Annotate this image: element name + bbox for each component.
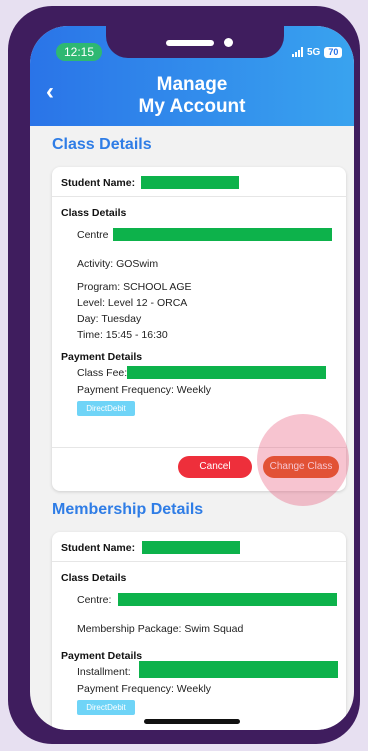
chevron-left-icon: ‹ [46,78,54,105]
back-button[interactable]: ‹ [46,78,68,106]
network-type: 5G [307,46,321,58]
centre-value-redacted [113,228,332,241]
payment-details-label: Payment Details [61,351,143,363]
membership-class-details-label: Class Details [61,572,127,584]
payment-method-badge: DirectDebit [77,401,135,416]
notch-speaker [166,40,214,46]
installment-redacted [139,661,338,678]
membership-payment-details-label: Payment Details [61,650,143,662]
membership-details-heading: Membership Details [52,501,204,518]
card-divider [52,196,346,197]
status-indicators: 5G 70 [292,43,343,61]
tap-highlight [257,414,349,506]
device-notch [106,26,284,58]
app-screen: 12:15 5G 70 ‹ Manage My Account Class De… [30,26,354,730]
installment-label: Installment: [77,666,131,678]
membership-student-name-label: Student Name: [61,542,136,554]
app-header: 12:15 5G 70 ‹ Manage My Account [30,26,354,126]
membership-payment-method-badge: DirectDebit [77,700,135,715]
card-divider [52,561,346,562]
time-text: Time: 15:45 - 16:30 [77,329,168,341]
battery-icon: 70 [324,46,343,58]
class-details-heading: Class Details [52,136,152,153]
status-time: 12:15 [56,43,102,61]
centre-label: Centre [77,229,109,241]
cancel-button[interactable]: Cancel [178,456,252,478]
activity-text: Activity: GOSwim [77,258,159,270]
level-text: Level: Level 12 - ORCA [77,297,188,309]
notch-camera [224,38,233,47]
membership-details-card: Student Name: Class Details Centre: Memb… [52,532,346,730]
signal-icon [292,47,303,57]
membership-centre-label: Centre: [77,594,112,606]
class-fee-label: Class Fee: [77,367,128,379]
program-text: Program: SCHOOL AGE [77,281,192,293]
page-title: Manage My Account [110,74,274,118]
payment-frequency-text: Payment Frequency: Weekly [77,384,212,396]
page-title-line2: My Account [138,96,246,117]
home-indicator[interactable] [144,719,240,724]
phone-frame: 12:15 5G 70 ‹ Manage My Account Class De… [8,6,360,744]
page-title-line1: Manage [156,74,228,95]
class-details-label: Class Details [61,207,127,219]
student-name-label: Student Name: [61,177,136,189]
membership-package-text: Membership Package: Swim Squad [77,623,244,635]
membership-student-name-redacted [142,541,240,554]
membership-payment-frequency-text: Payment Frequency: Weekly [77,683,212,695]
membership-centre-redacted [118,593,337,606]
student-name-redacted [141,176,239,189]
day-text: Day: Tuesday [77,313,142,325]
class-fee-redacted [127,366,326,379]
